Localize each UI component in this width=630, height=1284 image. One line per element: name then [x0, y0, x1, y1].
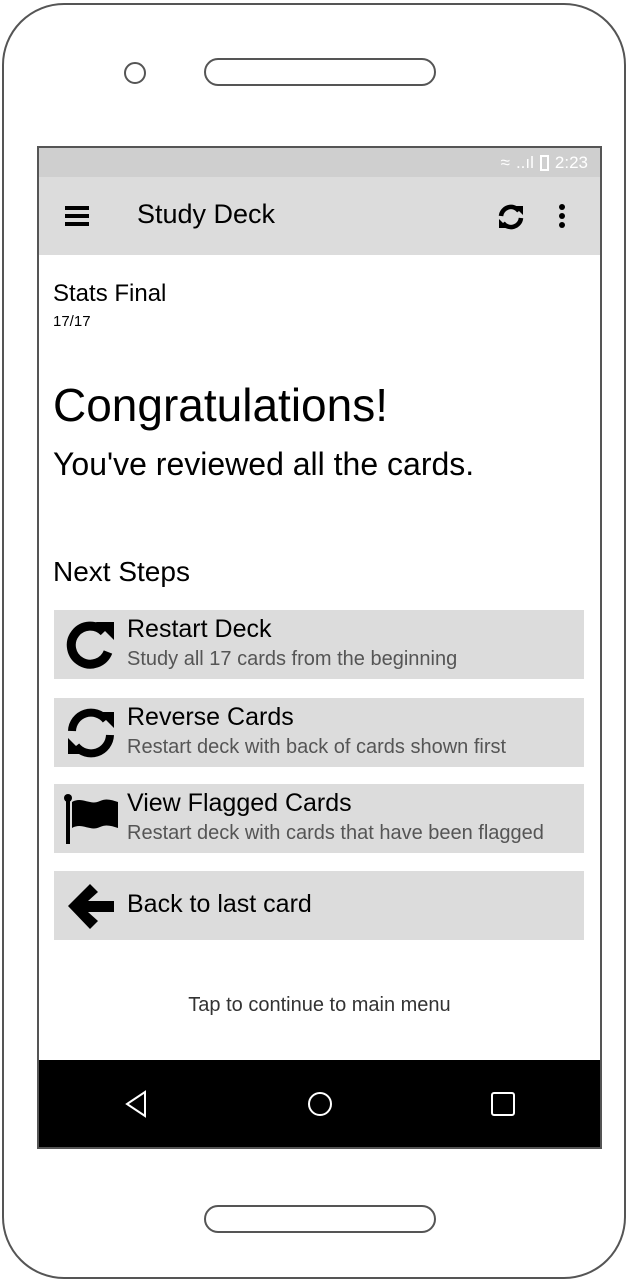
step-title: Back to last card	[127, 890, 312, 918]
refresh-icon[interactable]	[497, 203, 525, 231]
device-screen: ≈ ..ıl 2:23 Study Deck Stats Final 17/17…	[37, 146, 602, 1149]
next-steps-heading: Next Steps	[53, 556, 190, 587]
back-to-last-card-button[interactable]: Back to last card	[54, 871, 584, 940]
more-vert-icon[interactable]	[552, 201, 572, 231]
reverse-cards-button[interactable]: Reverse Cards Restart deck with back of …	[54, 698, 584, 767]
step-title: Restart Deck	[127, 615, 272, 643]
menu-icon[interactable]	[65, 206, 89, 226]
status-time: 2:23	[554, 152, 588, 172]
view-flagged-cards-button[interactable]: View Flagged Cards Restart deck with car…	[54, 784, 584, 853]
system-nav-bar	[39, 1060, 600, 1147]
phone-frame: ≈ ..ıl 2:23 Study Deck Stats Final 17/17…	[2, 3, 626, 1279]
continue-to-main-menu-link[interactable]: Tap to continue to main menu	[39, 994, 600, 1017]
front-camera	[124, 62, 146, 84]
wifi-icon: ≈	[500, 152, 510, 172]
arrow-left-icon	[68, 884, 114, 929]
reverse-icon	[68, 708, 114, 758]
step-title: Reverse Cards	[127, 703, 294, 731]
app-bar: Study Deck	[39, 177, 600, 255]
congrats-subtitle: You've reviewed all the cards.	[53, 446, 475, 482]
congrats-headline: Congratulations!	[53, 379, 388, 431]
step-subtitle: Restart deck with cards that have been f…	[127, 822, 544, 844]
battery-icon	[539, 154, 549, 171]
step-title: View Flagged Cards	[127, 789, 352, 817]
earpiece-speaker	[204, 58, 436, 86]
status-bar: ≈ ..ıl 2:23	[39, 148, 600, 177]
recents-square-icon[interactable]	[485, 1086, 521, 1122]
step-subtitle: Restart deck with back of cards shown fi…	[127, 736, 507, 758]
flag-icon	[64, 794, 118, 844]
restart-icon	[66, 621, 114, 669]
home-button-slot	[204, 1205, 436, 1233]
page-title: Study Deck	[137, 199, 276, 229]
home-circle-icon[interactable]	[302, 1086, 338, 1122]
deck-name: Stats Final	[53, 280, 167, 307]
back-triangle-icon[interactable]	[119, 1086, 155, 1122]
step-subtitle: Study all 17 cards from the beginning	[127, 648, 458, 670]
restart-deck-button[interactable]: Restart Deck Study all 17 cards from the…	[54, 610, 584, 679]
signal-icon: ..ıl	[515, 152, 534, 172]
deck-progress: 17/17	[53, 313, 91, 330]
